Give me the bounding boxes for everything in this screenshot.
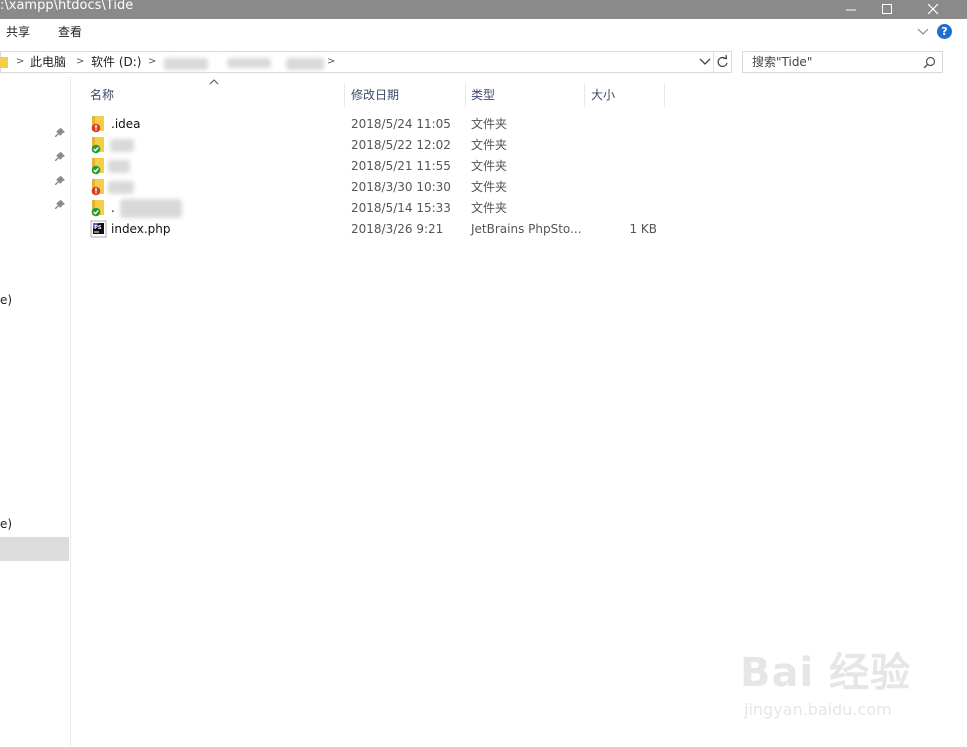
navigation-pane[interactable]: e) e) — [0, 77, 71, 747]
column-header-name[interactable]: 名称 — [90, 83, 114, 107]
close-icon — [927, 3, 939, 14]
breadcrumb-this-pc[interactable]: 此电脑 — [30, 52, 66, 72]
watermark-url: jingyan.baidu.com — [744, 700, 892, 719]
phpstorm-file-icon: PS — [90, 220, 107, 238]
file-row[interactable]: .idea 2018/5/24 11:05 文件夹 — [88, 114, 678, 135]
file-name[interactable]: . — [111, 198, 115, 219]
breadcrumb-chevron-icon[interactable]: > — [16, 52, 24, 72]
pin-icon[interactable] — [54, 127, 66, 139]
folder-icon — [0, 57, 8, 68]
file-type: 文件夹 — [471, 201, 508, 215]
svg-text:PS: PS — [94, 225, 102, 231]
column-header-type[interactable]: 类型 — [471, 83, 495, 107]
search-icon[interactable] — [923, 56, 936, 69]
pin-icon[interactable] — [54, 175, 66, 187]
file-type: 文件夹 — [471, 180, 508, 194]
file-date: 2018/5/21 11:55 — [351, 159, 451, 173]
pin-icon[interactable] — [54, 151, 66, 163]
breadcrumb-chevron-icon[interactable]: > — [76, 52, 84, 72]
breadcrumb-drive-d[interactable]: 软件 (D:) — [91, 52, 141, 72]
folder-conflict-icon — [91, 116, 104, 133]
ribbon-expand-icon[interactable] — [917, 24, 929, 38]
file-row[interactable]: . 2018/5/14 15:33 文件夹 — [88, 198, 678, 219]
nav-item-label[interactable]: e) — [0, 517, 12, 531]
redacted-name — [108, 160, 130, 173]
baidu-jingyan-watermark: Bai 经验 jingyan.baidu.com — [740, 640, 950, 730]
folder-synced-icon — [91, 200, 104, 217]
sort-ascending-icon — [209, 79, 219, 85]
maximize-button[interactable] — [865, 0, 909, 19]
file-name[interactable]: .idea — [111, 114, 141, 135]
refresh-icon[interactable] — [716, 55, 729, 69]
column-header-size[interactable]: 大小 — [591, 83, 615, 107]
column-header-date[interactable]: 修改日期 — [351, 83, 399, 107]
breadcrumb-chevron-icon[interactable]: > — [148, 52, 156, 72]
redacted-name — [110, 139, 134, 152]
folder-synced-icon — [91, 137, 104, 154]
file-date: 2018/5/22 12:02 — [351, 138, 451, 152]
title-bar: :\xampp\htdocs\Tide — [0, 0, 967, 19]
file-date: 2018/5/24 11:05 — [351, 117, 451, 131]
minimize-icon — [846, 9, 856, 10]
file-name[interactable]: index.php — [111, 219, 170, 240]
address-bar[interactable]: > 此电脑 > 软件 (D:) > > — [0, 51, 732, 73]
file-size: 1 KB — [629, 222, 657, 236]
file-type: 文件夹 — [471, 138, 508, 152]
watermark-brand: Bai 经验 — [740, 650, 912, 696]
ribbon: 共享 查看 ? — [0, 19, 967, 45]
close-button[interactable] — [911, 0, 955, 19]
tab-share[interactable]: 共享 — [6, 19, 30, 45]
file-type: 文件夹 — [471, 117, 508, 131]
file-row[interactable]: PS index.php 2018/3/26 9:21 JetBrains Ph… — [88, 219, 678, 240]
redacted-segment — [164, 58, 208, 70]
redacted-name — [120, 199, 182, 218]
file-date: 2018/3/30 10:30 — [351, 180, 451, 194]
breadcrumb-chevron-icon[interactable]: > — [327, 52, 335, 72]
redacted-segment — [227, 58, 271, 68]
file-date: 2018/3/26 9:21 — [351, 222, 444, 236]
file-date: 2018/5/14 15:33 — [351, 201, 451, 215]
search-box[interactable]: 搜索"Tide" — [742, 51, 943, 73]
window-title: :\xampp\htdocs\Tide — [0, 0, 134, 13]
folder-conflict-icon — [91, 179, 104, 196]
pin-icon[interactable] — [54, 199, 66, 211]
redacted-segment — [286, 58, 324, 70]
folder-synced-icon — [91, 158, 104, 175]
help-icon[interactable]: ? — [937, 24, 952, 39]
tab-view[interactable]: 查看 — [58, 19, 82, 45]
nav-item-label[interactable]: e) — [0, 293, 12, 307]
address-dropdown-icon[interactable] — [699, 56, 711, 68]
file-type: JetBrains PhpSto... — [471, 222, 582, 236]
file-type: 文件夹 — [471, 159, 508, 173]
redacted-name — [108, 181, 134, 194]
file-row[interactable]: 2018/5/21 11:55 文件夹 — [88, 156, 678, 177]
file-row[interactable]: 2018/5/22 12:02 文件夹 — [88, 135, 678, 156]
search-input[interactable]: 搜索"Tide" — [752, 52, 812, 72]
maximize-icon — [882, 3, 892, 14]
file-row[interactable]: 2018/3/30 10:30 文件夹 — [88, 177, 678, 198]
nav-item-selected[interactable] — [0, 537, 69, 561]
